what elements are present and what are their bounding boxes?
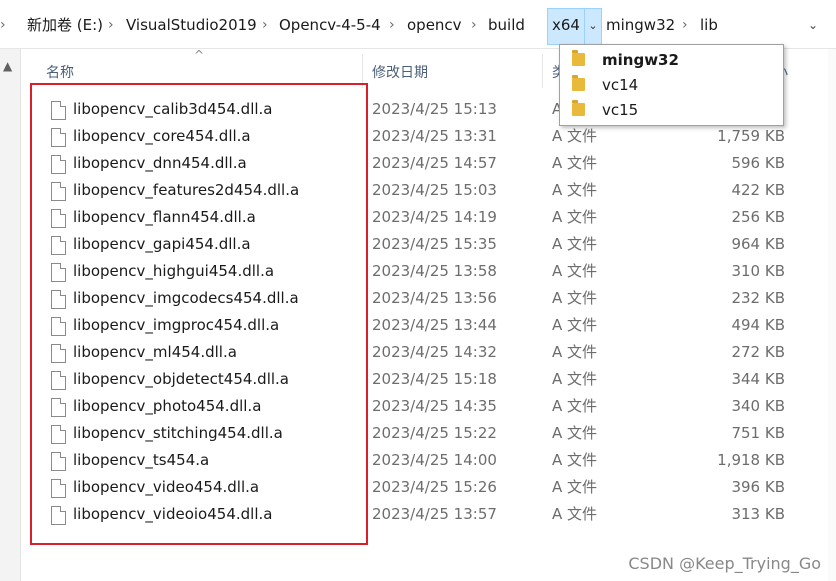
file-date-modified: 2023/4/25 14:00 (372, 451, 497, 469)
file-type: A 文件 (552, 235, 598, 253)
file-size: 310 KB (731, 262, 785, 280)
right-scrollbar[interactable] (828, 49, 836, 581)
breadcrumb-separator-icon[interactable]: › (471, 14, 477, 36)
breadcrumb-overflow-chevron-icon[interactable]: › (0, 14, 6, 36)
breadcrumb-item-lib[interactable]: lib (700, 14, 718, 36)
column-divider[interactable] (542, 54, 543, 88)
address-bar[interactable]: › 新加卷 (E:) › VisualStudio2019 › Opencv-4… (0, 0, 836, 49)
breadcrumb-item-x64[interactable]: x64 (552, 14, 580, 36)
file-type: A 文件 (552, 370, 598, 388)
breadcrumb-separator-icon[interactable]: › (108, 14, 114, 36)
file-type: A 文件 (552, 289, 598, 307)
file-date-modified: 2023/4/25 13:31 (372, 127, 497, 145)
file-type: A 文件 (552, 451, 598, 469)
breadcrumb-item-drive[interactable]: 新加卷 (E:) (27, 14, 103, 36)
file-size: 232 KB (731, 289, 785, 307)
file-type: A 文件 (552, 208, 598, 226)
breadcrumb-item-opencv[interactable]: opencv (407, 14, 462, 36)
file-date-modified: 2023/4/25 13:58 (372, 262, 497, 280)
file-type: A 文件 (552, 424, 598, 442)
navigation-pane-edge: ▲ (0, 49, 21, 581)
file-date-modified: 2023/4/25 14:57 (372, 154, 497, 172)
column-header-date-modified[interactable]: 修改日期 (372, 63, 428, 83)
file-date-modified: 2023/4/25 15:13 (372, 100, 497, 118)
breadcrumb-x64-dropdown-chevron-icon[interactable]: ⌄ (584, 8, 602, 45)
file-size: 256 KB (731, 208, 785, 226)
breadcrumb-item-build[interactable]: build (488, 14, 525, 36)
file-type: A 文件 (552, 343, 598, 361)
file-type: A 文件 (552, 154, 598, 172)
dropdown-item-label: mingw32 (602, 51, 679, 69)
address-history-dropdown-icon[interactable]: ⌄ (800, 14, 826, 36)
file-size: 344 KB (731, 370, 785, 388)
file-type: A 文件 (552, 262, 598, 280)
file-size: 1,918 KB (717, 451, 785, 469)
file-date-modified: 2023/4/25 15:03 (372, 181, 497, 199)
dropdown-item-mingw32[interactable]: mingw32 (560, 48, 783, 73)
sort-up-icon: ^ (194, 48, 205, 62)
file-size: 396 KB (731, 478, 785, 496)
breadcrumb-item-opencv-version[interactable]: Opencv-4-5-4 (279, 14, 381, 36)
dropdown-item-vc14[interactable]: vc14 (560, 73, 783, 98)
file-size: 494 KB (731, 316, 785, 334)
file-size: 272 KB (731, 343, 785, 361)
file-date-modified: 2023/4/25 13:56 (372, 289, 497, 307)
file-type: A 文件 (552, 127, 598, 145)
file-type: A 文件 (552, 397, 598, 415)
highlight-annotation-box (30, 83, 368, 545)
file-date-modified: 2023/4/25 13:44 (372, 316, 497, 334)
dropdown-item-label: vc14 (602, 76, 639, 94)
file-date-modified: 2023/4/25 15:35 (372, 235, 497, 253)
file-date-modified: 2023/4/25 15:26 (372, 478, 497, 496)
breadcrumb-item-mingw32[interactable]: mingw32 (606, 14, 675, 36)
file-type: A 文件 (552, 478, 598, 496)
file-size: 964 KB (731, 235, 785, 253)
dropdown-item-label: vc15 (602, 101, 639, 119)
file-size: 313 KB (731, 505, 785, 523)
breadcrumb-subfolder-dropdown[interactable]: mingw32 vc14 vc15 (559, 44, 784, 126)
file-size: 1,759 KB (717, 127, 785, 145)
file-date-modified: 2023/4/25 14:32 (372, 343, 497, 361)
scroll-up-arrow-icon[interactable]: ▲ (3, 59, 12, 73)
breadcrumb-separator-icon[interactable]: › (682, 14, 688, 36)
watermark-text: CSDN @Keep_Trying_Go (628, 554, 821, 573)
file-size: 751 KB (731, 424, 785, 442)
file-type: A 文件 (552, 316, 598, 334)
dropdown-item-vc15[interactable]: vc15 (560, 98, 783, 123)
folder-icon (572, 100, 585, 116)
folder-icon (572, 75, 585, 91)
file-size: 340 KB (731, 397, 785, 415)
file-date-modified: 2023/4/25 14:19 (372, 208, 497, 226)
file-date-modified: 2023/4/25 14:35 (372, 397, 497, 415)
file-type: A 文件 (552, 505, 598, 523)
breadcrumb-separator-icon[interactable]: › (262, 14, 268, 36)
breadcrumb-separator-icon[interactable]: › (389, 14, 395, 36)
breadcrumb-item-visualstudio[interactable]: VisualStudio2019 (126, 14, 257, 36)
file-date-modified: 2023/4/25 15:18 (372, 370, 497, 388)
column-header-name[interactable]: 名称 (46, 63, 74, 83)
file-type: A 文件 (552, 181, 598, 199)
file-date-modified: 2023/4/25 13:57 (372, 505, 497, 523)
file-date-modified: 2023/4/25 15:22 (372, 424, 497, 442)
file-size: 596 KB (731, 154, 785, 172)
folder-icon (572, 50, 585, 66)
file-size: 422 KB (731, 181, 785, 199)
